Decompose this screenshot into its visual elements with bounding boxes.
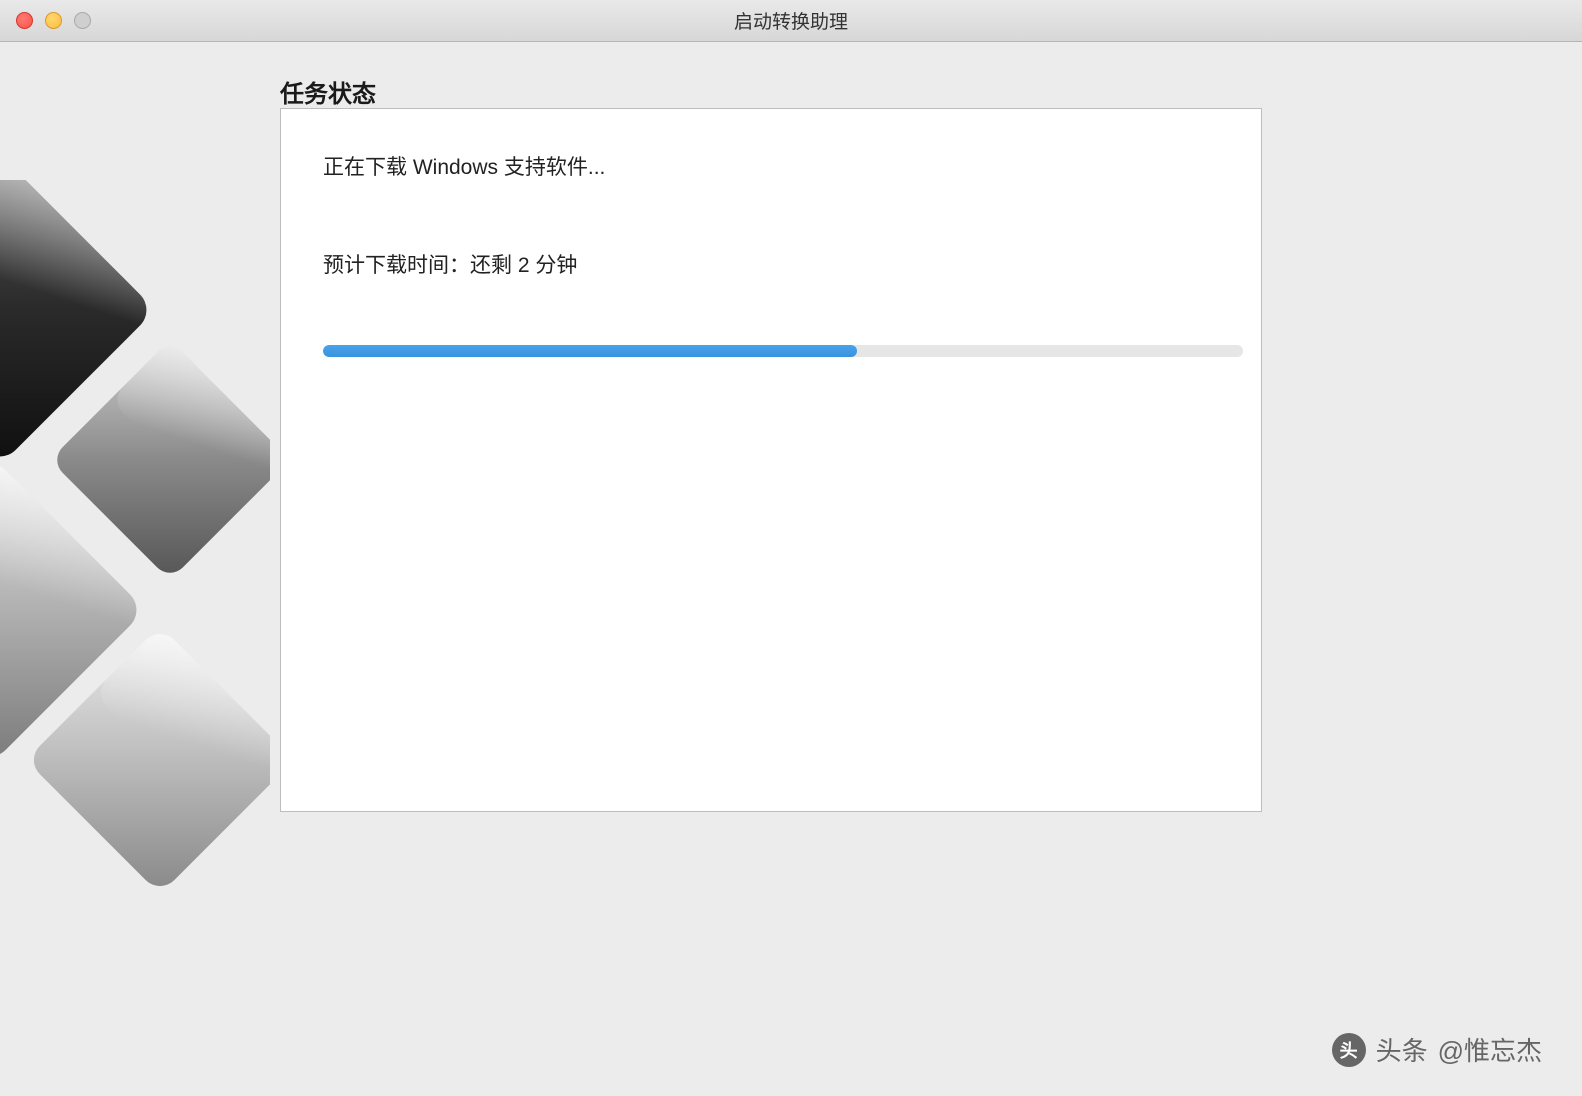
window-title: 启动转换助理: [734, 7, 848, 34]
watermark: 头 头条 @惟忘杰: [1332, 1031, 1542, 1068]
close-button[interactable]: [16, 12, 33, 29]
estimate-text: 预计下载时间：还剩 2 分钟: [323, 249, 577, 279]
zoom-button[interactable]: [74, 12, 91, 29]
status-text: 正在下载 Windows 支持软件...: [323, 151, 605, 181]
traffic-lights: [0, 12, 91, 29]
watermark-handle: @惟忘杰: [1438, 1031, 1542, 1068]
minimize-button[interactable]: [45, 12, 62, 29]
progress-bar: [323, 345, 1243, 357]
content-panel: 正在下载 Windows 支持软件... 预计下载时间：还剩 2 分钟: [280, 108, 1262, 812]
window-titlebar: 启动转换助理: [0, 0, 1582, 42]
watermark-prefix: 头条: [1376, 1031, 1428, 1068]
boot-camp-icon: [0, 180, 270, 900]
watermark-icon: 头: [1332, 1033, 1366, 1067]
progress-bar-fill: [323, 345, 857, 357]
section-heading: 任务状态: [280, 74, 376, 109]
